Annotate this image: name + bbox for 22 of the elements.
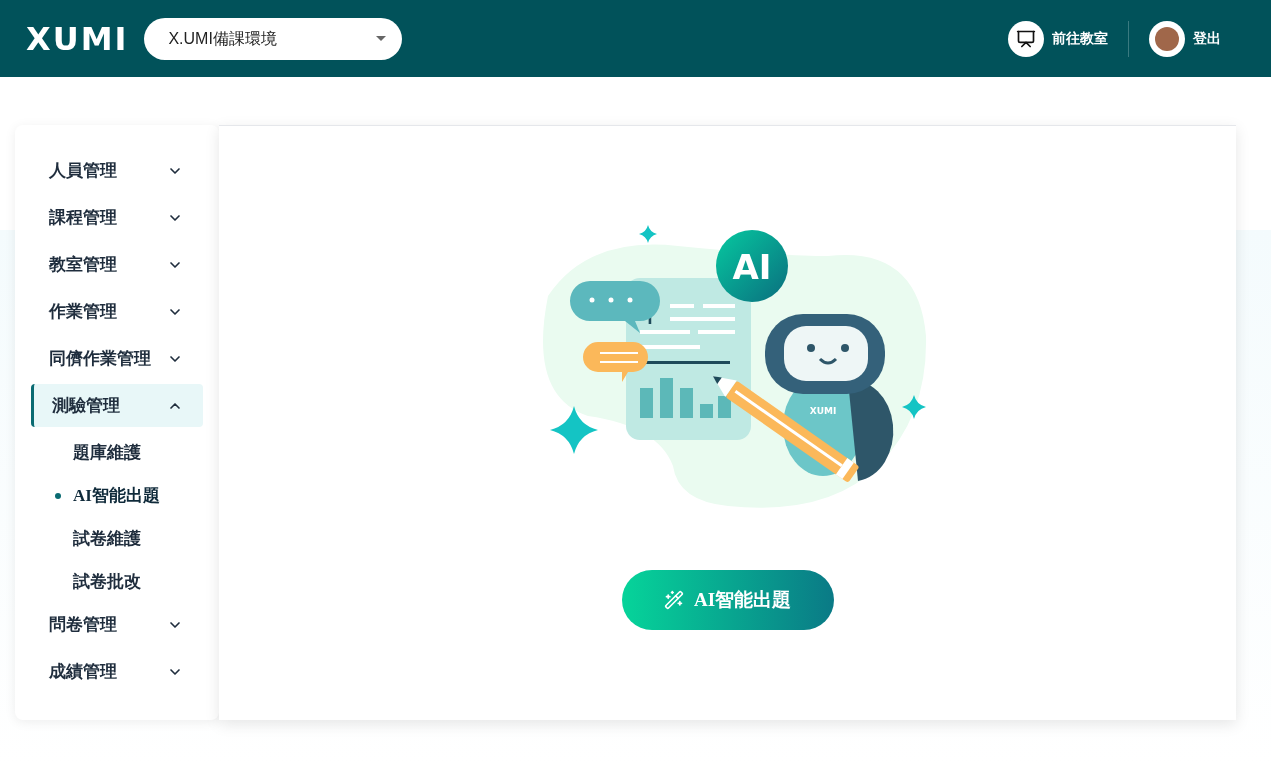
ai-badge-text: AI [732, 247, 771, 287]
sidebar-submenu-item[interactable]: 題庫維護 [31, 431, 203, 474]
dropdown-caret-icon [376, 36, 387, 41]
sidebar-menu-item[interactable]: 課程管理 [31, 196, 203, 239]
sidebar-submenu-item[interactable]: 試卷批改 [31, 560, 203, 603]
sidebar-menu-item[interactable]: 成績管理 [31, 650, 203, 693]
logo: XUMI [26, 22, 129, 55]
sidebar-menu-item[interactable]: 同儕作業管理 [31, 337, 203, 380]
sidebar-menu-item[interactable]: 教室管理 [31, 243, 203, 286]
presentation-icon [1008, 20, 1044, 57]
sidebar-menu-item[interactable]: 問卷管理 [31, 603, 203, 646]
robot-chest-label: XUMI [809, 406, 836, 416]
sidebar-submenu-item[interactable]: 試卷維護 [31, 517, 203, 560]
magic-wand-icon [663, 590, 684, 610]
sidebar-menu-item[interactable]: 測驗管理 [31, 384, 203, 427]
classroom-link[interactable]: 前往教室 [1008, 20, 1108, 57]
sidebar-submenu-item[interactable]: AI智能出題 [31, 474, 203, 517]
sidebar-menu-item[interactable]: 作業管理 [31, 290, 203, 333]
user-avatar [1149, 20, 1185, 57]
environment-select[interactable]: X.UMI備課環境 [144, 17, 403, 60]
logout-link[interactable]: 登出 [1149, 20, 1221, 57]
sidebar-menu-item[interactable]: 人員管理 [31, 149, 203, 192]
